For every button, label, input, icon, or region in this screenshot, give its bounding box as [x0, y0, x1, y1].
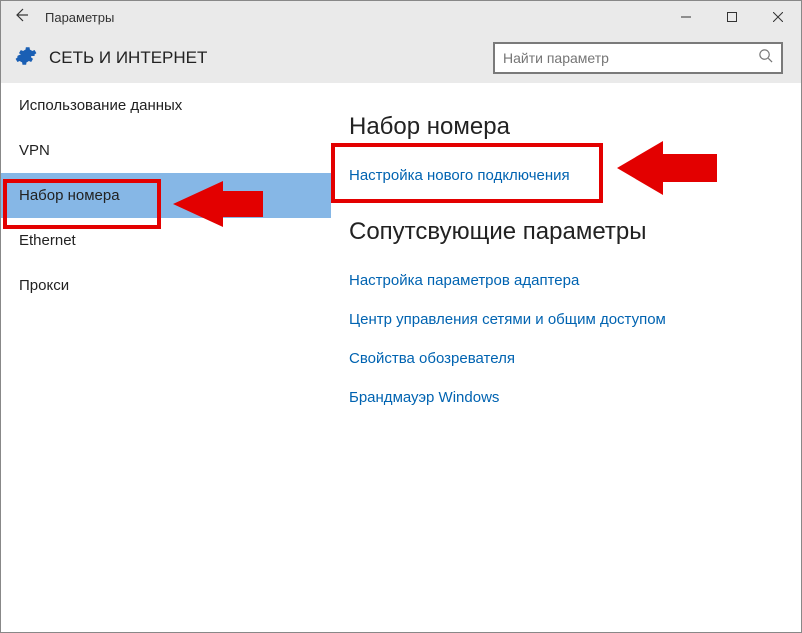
close-button[interactable]: [755, 1, 801, 33]
section-title-dialup: Набор номера: [349, 113, 791, 141]
sidebar-item-proxy[interactable]: Прокси: [1, 263, 331, 308]
search-icon: [758, 48, 773, 68]
gear-icon: [15, 45, 37, 72]
window-title: Параметры: [45, 10, 663, 25]
titlebar: Параметры: [1, 1, 801, 33]
page-title: СЕТЬ И ИНТЕРНЕТ: [49, 48, 493, 68]
link-firewall[interactable]: Брандмауэр Windows: [349, 381, 499, 414]
page-header: СЕТЬ И ИНТЕРНЕТ: [1, 33, 801, 83]
sidebar-item-data-usage[interactable]: Использование данных: [1, 83, 331, 128]
section-title-related: Сопутсвующие параметры: [349, 218, 791, 246]
link-adapter-settings[interactable]: Настройка параметров адаптера: [349, 264, 579, 297]
sidebar-item-dialup[interactable]: Набор номера: [1, 173, 331, 218]
window-controls: [663, 1, 801, 33]
main-content: Набор номера Настройка нового подключени…: [331, 83, 801, 632]
sidebar-item-vpn[interactable]: VPN: [1, 128, 331, 173]
body: Использование данных VPN Набор номера Et…: [1, 83, 801, 632]
annotation-arrow-link: [617, 141, 717, 195]
search-input[interactable]: [503, 50, 758, 66]
link-new-connection[interactable]: Настройка нового подключения: [349, 159, 570, 192]
back-button[interactable]: [13, 7, 45, 28]
sidebar: Использование данных VPN Набор номера Et…: [1, 83, 331, 632]
link-browser-props[interactable]: Свойства обозревателя: [349, 342, 515, 375]
search-box[interactable]: [493, 42, 783, 74]
maximize-button[interactable]: [709, 1, 755, 33]
link-network-center[interactable]: Центр управления сетями и общим доступом: [349, 303, 666, 336]
minimize-button[interactable]: [663, 1, 709, 33]
sidebar-item-ethernet[interactable]: Ethernet: [1, 218, 331, 263]
